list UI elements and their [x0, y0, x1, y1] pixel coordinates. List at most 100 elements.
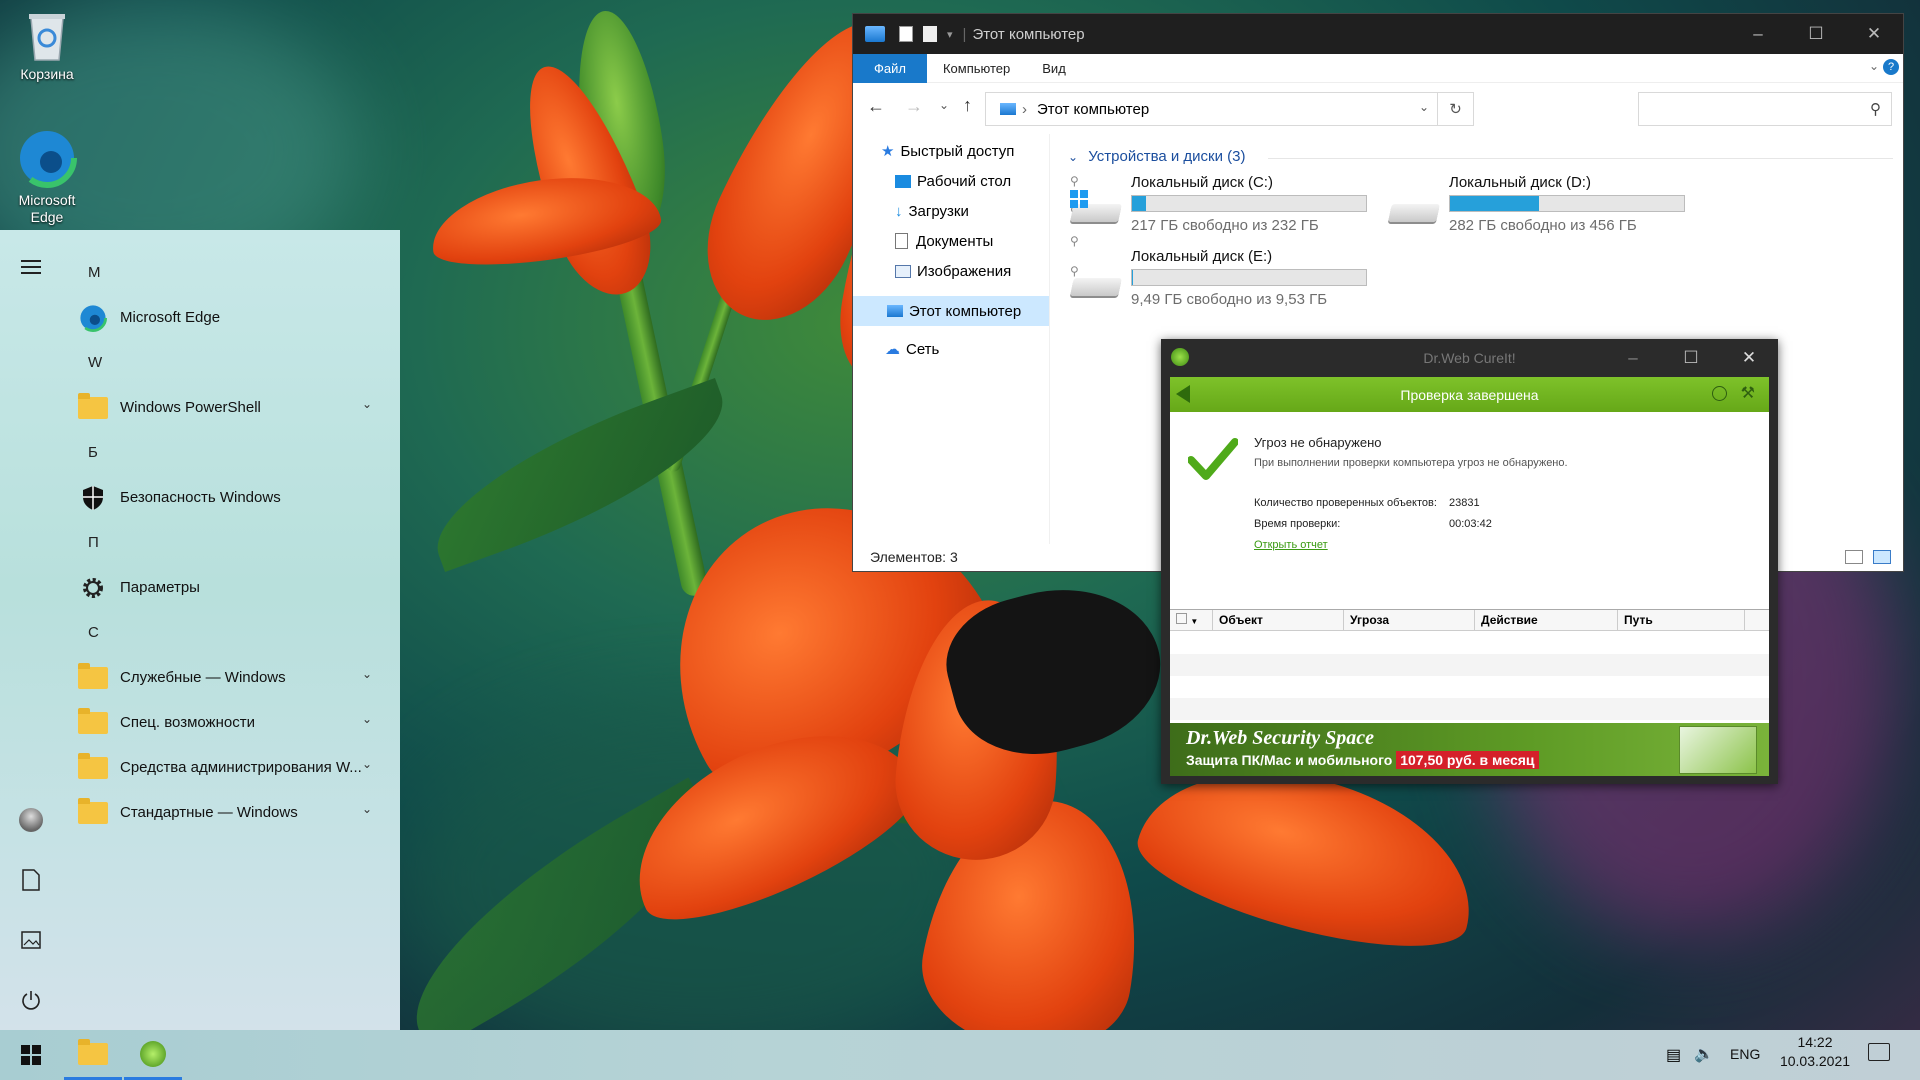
network-icon[interactable]: ▤ — [1666, 1045, 1681, 1065]
taskbar: ▤ 🔈 ENG 14:22 10.03.2021 — [0, 1030, 1920, 1080]
select-all-checkbox[interactable]: ▼ — [1170, 610, 1213, 631]
app-item-edge[interactable]: Microsoft Edge — [62, 295, 392, 340]
address-dropdown-icon[interactable]: ⌄ — [1419, 100, 1429, 114]
start-button[interactable] — [0, 1030, 62, 1080]
nav-this-pc[interactable]: Этот компьютер — [853, 296, 1049, 326]
taskbar-file-explorer[interactable] — [64, 1030, 122, 1080]
refresh-button[interactable]: ↻ — [1438, 92, 1474, 126]
wrench-icon[interactable]: ⚒ — [1741, 383, 1755, 403]
app-folder-system-tools[interactable]: Служебные — Windows ⌄ — [62, 655, 392, 700]
maximize-button[interactable]: ☐ — [1787, 14, 1845, 54]
chevron-down-icon: ⌄ — [361, 757, 372, 771]
drive-usage-fill — [1132, 270, 1134, 285]
drive-d[interactable]: Локальный диск (D:) 282 ГБ свободно из 4… — [1386, 170, 1706, 240]
folder-icon — [78, 392, 108, 423]
drive-usage-fill — [1132, 196, 1147, 211]
banner-price: 107,50 руб. в месяц — [1396, 751, 1539, 769]
app-folder-accessories[interactable]: Стандартные — Windows ⌄ — [62, 790, 392, 835]
drive-free-space: 282 ГБ свободно из 456 ГБ — [1449, 217, 1637, 234]
close-button[interactable]: ✕ — [1845, 14, 1903, 54]
user-avatar-button[interactable] — [16, 805, 46, 835]
app-item-settings[interactable]: Параметры — [62, 565, 392, 610]
drweb-titlebar[interactable]: Dr.Web CureIt! – ☐ ✕ — [1161, 339, 1778, 376]
tab-computer[interactable]: Компьютер — [927, 54, 1026, 83]
power-button[interactable] — [16, 985, 46, 1015]
maximize-button[interactable]: ☐ — [1662, 339, 1720, 376]
large-icons-view-button[interactable] — [1873, 550, 1891, 564]
column-object[interactable]: Объект — [1213, 610, 1344, 631]
open-report-link[interactable]: Открыть отчет — [1254, 539, 1328, 551]
letter-header[interactable]: П — [62, 520, 392, 565]
address-path: Этот компьютер — [1037, 100, 1150, 118]
nav-documents[interactable]: Документы ⚲ — [895, 228, 1079, 254]
properties-quick-icon[interactable] — [899, 26, 913, 42]
start-menu: M Microsoft Edge W Windows PowerShell ⌄ … — [0, 230, 400, 1030]
nav-desktop[interactable]: Рабочий стол ⚲ — [895, 168, 1079, 194]
edge-icon — [17, 128, 77, 188]
expand-ribbon-button[interactable]: ⌄ — [1869, 59, 1879, 73]
drive-usage-bar — [1449, 195, 1685, 212]
recent-locations-button[interactable]: ⌄ — [939, 98, 949, 112]
drive-free-space: 9,49 ГБ свободно из 9,53 ГБ — [1131, 291, 1328, 308]
drive-icon — [1386, 190, 1440, 230]
close-button[interactable]: ✕ — [1720, 339, 1778, 376]
details-view-button[interactable] — [1845, 550, 1863, 564]
navigation-pane: ★ Быстрый доступ Рабочий стол ⚲ ↓ Загруз… — [853, 134, 1079, 544]
result-title: Угроз не обнаружено — [1254, 435, 1382, 450]
clock[interactable]: 14:22 10.03.2021 — [1770, 1034, 1860, 1069]
letter-header[interactable]: С — [62, 610, 392, 655]
app-item-label: Параметры — [120, 579, 200, 596]
nav-label: Этот компьютер — [909, 302, 1022, 320]
drive-e[interactable]: Локальный диск (E:) 9,49 ГБ свободно из … — [1068, 244, 1388, 314]
letter-header[interactable]: Б — [62, 430, 392, 475]
chevron-down-icon: ⌄ — [361, 802, 372, 816]
app-item-windows-security[interactable]: Безопасность Windows — [62, 475, 392, 520]
column-action[interactable]: Действие — [1475, 610, 1618, 631]
app-folder-powershell[interactable]: Windows PowerShell ⌄ — [62, 385, 392, 430]
drweb-spider-icon — [1171, 348, 1189, 366]
column-path[interactable]: Путь — [1618, 610, 1745, 631]
notification-center-icon[interactable] — [1868, 1043, 1890, 1061]
minimize-button[interactable]: – — [1604, 339, 1662, 376]
language-indicator[interactable]: ENG — [1730, 1046, 1760, 1062]
nav-downloads[interactable]: ↓ Загрузки ⚲ — [895, 198, 1079, 224]
back-arrow-icon[interactable] — [1176, 385, 1190, 403]
forward-button[interactable]: → — [905, 96, 923, 117]
desktop-icon-edge[interactable]: Microsoft Edge — [2, 128, 92, 226]
devices-group-header[interactable]: ⌄ Устройства и диски (3) — [1068, 148, 1246, 165]
up-button[interactable]: ↑ — [963, 95, 972, 116]
back-button[interactable]: ← — [867, 96, 885, 117]
new-folder-quick-icon[interactable] — [923, 26, 937, 42]
app-item-label: Стандартные — Windows — [120, 804, 298, 821]
help-button[interactable]: ? — [1883, 59, 1899, 75]
address-bar[interactable]: › Этот компьютер ⌄ — [985, 92, 1438, 126]
drweb-ad-banner[interactable]: Dr.Web Security Space Защита ПК/Mac и мо… — [1170, 723, 1769, 776]
nav-pictures[interactable]: Изображения ⚲ — [895, 258, 1079, 284]
nav-quick-access[interactable]: ★ Быстрый доступ — [881, 138, 1014, 164]
volume-icon[interactable]: 🔈 — [1694, 1044, 1714, 1064]
tab-view[interactable]: Вид — [1026, 54, 1082, 83]
minimize-button[interactable]: – — [1729, 14, 1787, 54]
app-folder-accessibility[interactable]: Спец. возможности ⌄ — [62, 700, 392, 745]
drive-c[interactable]: Локальный диск (C:) 217 ГБ свободно из 2… — [1068, 170, 1388, 240]
explorer-titlebar[interactable]: ▾ | Этот компьютер – ☐ ✕ — [853, 14, 1903, 54]
picture-icon — [21, 931, 41, 949]
search-input[interactable]: ⚲ — [1638, 92, 1892, 126]
nav-network[interactable]: ☁ Сеть — [885, 336, 939, 362]
letter-header[interactable]: M — [62, 250, 392, 295]
quick-access-dropdown-icon[interactable]: ▾ — [947, 28, 953, 41]
app-folder-admin-tools[interactable]: Средства администрирования W... ⌄ — [62, 745, 392, 790]
tab-file[interactable]: Файл — [853, 53, 927, 83]
pictures-icon — [895, 264, 911, 278]
drive-free-space: 217 ГБ свободно из 232 ГБ — [1131, 217, 1319, 234]
taskbar-drweb[interactable] — [124, 1030, 182, 1080]
hamburger-menu-button[interactable] — [16, 252, 46, 282]
globe-icon[interactable] — [1712, 386, 1727, 401]
windows-logo-icon — [21, 1045, 41, 1065]
documents-button[interactable] — [16, 865, 46, 895]
downloads-icon: ↓ — [895, 202, 903, 220]
letter-header[interactable]: W — [62, 340, 392, 385]
column-threat[interactable]: Угроза — [1344, 610, 1475, 631]
desktop-icon-recycle-bin[interactable]: Корзина — [2, 8, 92, 82]
pictures-button[interactable] — [16, 925, 46, 955]
